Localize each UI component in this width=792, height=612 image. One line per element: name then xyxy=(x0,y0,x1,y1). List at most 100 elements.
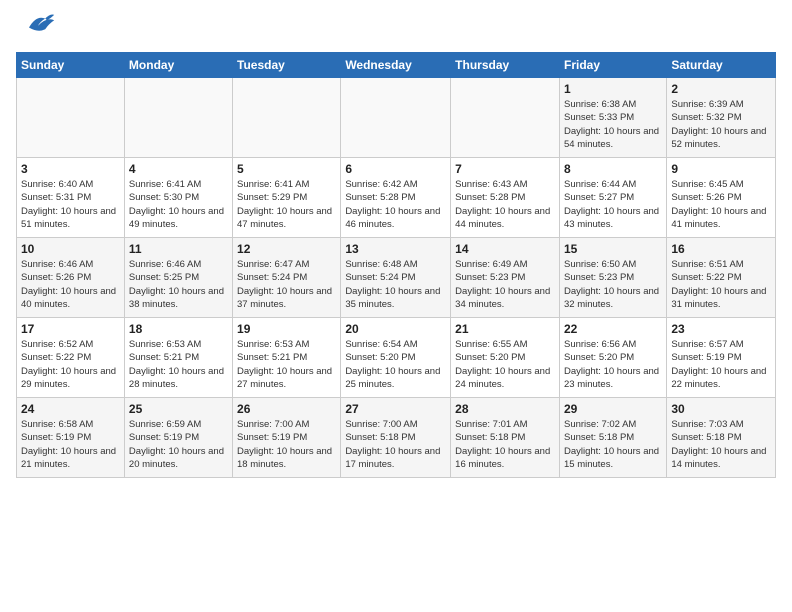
calendar-cell: 16Sunrise: 6:51 AM Sunset: 5:22 PM Dayli… xyxy=(667,238,776,318)
day-number: 23 xyxy=(671,322,771,336)
day-number: 10 xyxy=(21,242,120,256)
day-number: 20 xyxy=(345,322,446,336)
day-info: Sunrise: 6:38 AM Sunset: 5:33 PM Dayligh… xyxy=(564,98,662,151)
day-number: 17 xyxy=(21,322,120,336)
day-number: 24 xyxy=(21,402,120,416)
day-number: 8 xyxy=(564,162,662,176)
calendar-header-saturday: Saturday xyxy=(667,53,776,78)
calendar-cell: 25 Sunrise: 6:59 AM Sunset: 5:19 PM Dayli… xyxy=(124,398,232,478)
calendar-cell: 10 Sunrise: 6:46 AM Sunset: 5:26 PM Dayli… xyxy=(17,238,125,318)
logo xyxy=(16,16,56,40)
day-number: 3 xyxy=(21,162,120,176)
day-number: 27 xyxy=(345,402,446,416)
day-info: Sunrise: 6:50 AM Sunset: 5:23 PM Dayligh… xyxy=(564,258,662,311)
day-info: Sunrise: 7:00 AM Sunset: 5:19 PM Dayligh… xyxy=(237,418,336,471)
day-number: 12 xyxy=(237,242,336,256)
calendar-week-row: 10 Sunrise: 6:46 AM Sunset: 5:26 PM Dayli… xyxy=(17,238,776,318)
calendar-cell: 28 Sunrise: 7:01 AM Sunset: 5:18 PM Dayli… xyxy=(451,398,560,478)
calendar-cell: 27 Sunrise: 7:00 AM Sunset: 5:18 PM Dayli… xyxy=(341,398,451,478)
day-info: Sunrise: 6:42 AM Sunset: 5:28 PM Dayligh… xyxy=(345,178,446,231)
day-info: Sunrise: 6:45 AM Sunset: 5:26 PM Dayligh… xyxy=(671,178,771,231)
calendar-header-row: SundayMondayTuesdayWednesdayThursdayFrid… xyxy=(17,53,776,78)
day-info: Sunrise: 6:53 AM Sunset: 5:21 PM Dayligh… xyxy=(129,338,228,391)
day-info: Sunrise: 6:46 AM Sunset: 5:26 PM Dayligh… xyxy=(21,258,120,311)
calendar-cell: 18Sunrise: 6:53 AM Sunset: 5:21 PM Dayli… xyxy=(124,318,232,398)
calendar-cell xyxy=(451,78,560,158)
calendar-cell: 12 Sunrise: 6:47 AM Sunset: 5:24 PM Dayli… xyxy=(233,238,341,318)
calendar-cell: 14Sunrise: 6:49 AM Sunset: 5:23 PM Dayli… xyxy=(451,238,560,318)
day-info: Sunrise: 7:00 AM Sunset: 5:18 PM Dayligh… xyxy=(345,418,446,471)
calendar-cell: 17 Sunrise: 6:52 AM Sunset: 5:22 PM Dayli… xyxy=(17,318,125,398)
calendar-cell xyxy=(124,78,232,158)
calendar-cell xyxy=(341,78,451,158)
calendar-cell: 29 Sunrise: 7:02 AM Sunset: 5:18 PM Dayli… xyxy=(559,398,666,478)
calendar-header-wednesday: Wednesday xyxy=(341,53,451,78)
calendar-header-sunday: Sunday xyxy=(17,53,125,78)
calendar-cell: 3 Sunrise: 6:40 AM Sunset: 5:31 PM Daylig… xyxy=(17,158,125,238)
day-number: 19 xyxy=(237,322,336,336)
calendar-cell: 9 Sunrise: 6:45 AM Sunset: 5:26 PM Daylig… xyxy=(667,158,776,238)
calendar-cell: 26 Sunrise: 7:00 AM Sunset: 5:19 PM Dayli… xyxy=(233,398,341,478)
day-info: Sunrise: 6:40 AM Sunset: 5:31 PM Dayligh… xyxy=(21,178,120,231)
day-number: 15 xyxy=(564,242,662,256)
calendar-cell: 30Sunrise: 7:03 AM Sunset: 5:18 PM Dayli… xyxy=(667,398,776,478)
calendar-header-friday: Friday xyxy=(559,53,666,78)
day-info: Sunrise: 6:41 AM Sunset: 5:30 PM Dayligh… xyxy=(129,178,228,231)
day-number: 28 xyxy=(455,402,555,416)
day-info: Sunrise: 6:55 AM Sunset: 5:20 PM Dayligh… xyxy=(455,338,555,391)
calendar-header-monday: Monday xyxy=(124,53,232,78)
calendar-header-tuesday: Tuesday xyxy=(233,53,341,78)
day-number: 11 xyxy=(129,242,228,256)
day-number: 21 xyxy=(455,322,555,336)
calendar-cell: 6 Sunrise: 6:42 AM Sunset: 5:28 PM Daylig… xyxy=(341,158,451,238)
day-info: Sunrise: 6:58 AM Sunset: 5:19 PM Dayligh… xyxy=(21,418,120,471)
day-info: Sunrise: 6:59 AM Sunset: 5:19 PM Dayligh… xyxy=(129,418,228,471)
calendar-week-row: 1 Sunrise: 6:38 AM Sunset: 5:33 PM Daylig… xyxy=(17,78,776,158)
day-number: 5 xyxy=(237,162,336,176)
day-info: Sunrise: 6:51 AM Sunset: 5:22 PM Dayligh… xyxy=(671,258,771,311)
calendar-cell: 2 Sunrise: 6:39 AM Sunset: 5:32 PM Daylig… xyxy=(667,78,776,158)
calendar-cell: 11 Sunrise: 6:46 AM Sunset: 5:25 PM Dayli… xyxy=(124,238,232,318)
day-info: Sunrise: 6:52 AM Sunset: 5:22 PM Dayligh… xyxy=(21,338,120,391)
day-info: Sunrise: 6:44 AM Sunset: 5:27 PM Dayligh… xyxy=(564,178,662,231)
calendar-cell: 15 Sunrise: 6:50 AM Sunset: 5:23 PM Dayli… xyxy=(559,238,666,318)
calendar-cell: 7Sunrise: 6:43 AM Sunset: 5:28 PM Daylig… xyxy=(451,158,560,238)
calendar-cell: 24 Sunrise: 6:58 AM Sunset: 5:19 PM Dayli… xyxy=(17,398,125,478)
day-number: 14 xyxy=(455,242,555,256)
calendar-cell: 21 Sunrise: 6:55 AM Sunset: 5:20 PM Dayli… xyxy=(451,318,560,398)
calendar-cell: 1 Sunrise: 6:38 AM Sunset: 5:33 PM Daylig… xyxy=(559,78,666,158)
day-info: Sunrise: 6:48 AM Sunset: 5:24 PM Dayligh… xyxy=(345,258,446,311)
calendar-cell xyxy=(233,78,341,158)
calendar-cell: 13Sunrise: 6:48 AM Sunset: 5:24 PM Dayli… xyxy=(341,238,451,318)
calendar-week-row: 24 Sunrise: 6:58 AM Sunset: 5:19 PM Dayli… xyxy=(17,398,776,478)
day-info: Sunrise: 6:39 AM Sunset: 5:32 PM Dayligh… xyxy=(671,98,771,151)
day-info: Sunrise: 7:03 AM Sunset: 5:18 PM Dayligh… xyxy=(671,418,771,471)
day-number: 29 xyxy=(564,402,662,416)
day-number: 2 xyxy=(671,82,771,96)
day-info: Sunrise: 6:46 AM Sunset: 5:25 PM Dayligh… xyxy=(129,258,228,311)
calendar-cell xyxy=(17,78,125,158)
day-info: Sunrise: 6:47 AM Sunset: 5:24 PM Dayligh… xyxy=(237,258,336,311)
day-number: 9 xyxy=(671,162,771,176)
calendar-cell: 4 Sunrise: 6:41 AM Sunset: 5:30 PM Daylig… xyxy=(124,158,232,238)
logo-bird-icon xyxy=(20,11,56,35)
day-info: Sunrise: 6:57 AM Sunset: 5:19 PM Dayligh… xyxy=(671,338,771,391)
day-info: Sunrise: 6:56 AM Sunset: 5:20 PM Dayligh… xyxy=(564,338,662,391)
day-number: 22 xyxy=(564,322,662,336)
day-info: Sunrise: 7:01 AM Sunset: 5:18 PM Dayligh… xyxy=(455,418,555,471)
day-info: Sunrise: 6:53 AM Sunset: 5:21 PM Dayligh… xyxy=(237,338,336,391)
calendar-cell: 23 Sunrise: 6:57 AM Sunset: 5:19 PM Dayli… xyxy=(667,318,776,398)
day-number: 4 xyxy=(129,162,228,176)
day-number: 26 xyxy=(237,402,336,416)
calendar-cell: 5Sunrise: 6:41 AM Sunset: 5:29 PM Daylig… xyxy=(233,158,341,238)
day-number: 1 xyxy=(564,82,662,96)
day-info: Sunrise: 6:54 AM Sunset: 5:20 PM Dayligh… xyxy=(345,338,446,391)
calendar-cell: 20 Sunrise: 6:54 AM Sunset: 5:20 PM Dayli… xyxy=(341,318,451,398)
day-number: 25 xyxy=(129,402,228,416)
calendar-cell: 22 Sunrise: 6:56 AM Sunset: 5:20 PM Dayli… xyxy=(559,318,666,398)
calendar-week-row: 3 Sunrise: 6:40 AM Sunset: 5:31 PM Daylig… xyxy=(17,158,776,238)
calendar-cell: 8 Sunrise: 6:44 AM Sunset: 5:27 PM Daylig… xyxy=(559,158,666,238)
day-info: Sunrise: 6:43 AM Sunset: 5:28 PM Dayligh… xyxy=(455,178,555,231)
day-number: 6 xyxy=(345,162,446,176)
day-info: Sunrise: 7:02 AM Sunset: 5:18 PM Dayligh… xyxy=(564,418,662,471)
